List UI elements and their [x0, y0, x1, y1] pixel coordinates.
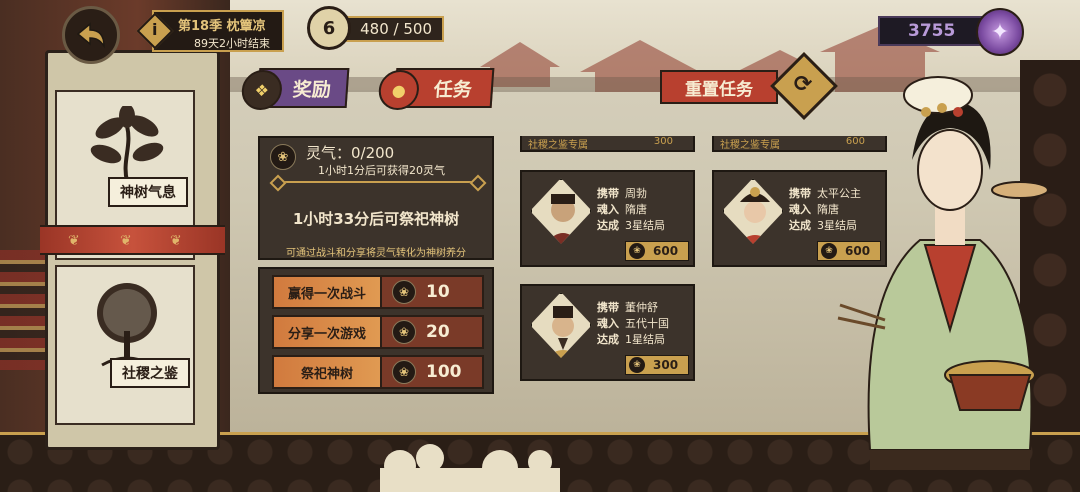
task-field-label: 携带 [789, 187, 811, 200]
task-field-label: 达成 [789, 219, 811, 232]
aura-gain-info: 1小时1分后可获得20灵气 [318, 164, 445, 177]
task-reward-value: 600 [653, 244, 679, 258]
currency-amount: 3755 [878, 16, 990, 46]
aura-icon: ❀ [392, 280, 416, 304]
task-reward-value: 300 [653, 358, 679, 372]
stamina-level: 6 [322, 17, 336, 39]
partial-card-text: 社稷之鉴专属 [720, 140, 780, 151]
season-info[interactable]: i 第18季 枕簟凉 89天2小时结束 [136, 10, 284, 52]
aura-count: 灵气：0/200 [306, 144, 395, 162]
tab-reward[interactable]: ❖ 奖励 [240, 68, 350, 110]
task-field-label: 达成 [597, 333, 619, 346]
aura-icon: ❀ [629, 357, 645, 373]
reset-label: 重置任务 [685, 79, 753, 100]
back-button[interactable] [62, 6, 120, 64]
season-title: 第18季 枕簟凉 [178, 19, 266, 34]
task-icon: ● [377, 70, 421, 110]
tab-label: 奖励 [292, 78, 332, 101]
reset-tasks-button[interactable]: 重置任务 [660, 70, 778, 104]
sidebar-item-label: 社稷之鉴 [110, 358, 190, 388]
source-value: 100 [426, 362, 462, 382]
task-field-label: 携带 [597, 187, 619, 200]
task-goal: 3星结局 [625, 219, 665, 232]
source-label: 分享一次游戏 [274, 317, 382, 347]
task-carry: 周勃 [625, 187, 647, 200]
character-illustration [837, 76, 1049, 450]
aura-panel: ❀ 灵气：0/200 1小时1分后可获得20灵气 1小时33分后可祭祀神树 可通… [258, 136, 494, 260]
season-remaining: 89天2小时结束 [194, 37, 270, 50]
sidebar-item-label: 神树气息 [108, 177, 188, 207]
dragon-coin-icon[interactable]: ✦ [976, 8, 1024, 56]
sacrifice-timer: 1小时33分后可祭祀神树 [292, 210, 460, 228]
task-carry: 董仲舒 [625, 301, 658, 314]
task-info: 携带 周勃 魂入 隋唐 达成 3星结局 [597, 186, 665, 234]
source-row-sacrifice[interactable]: 祭祀神树 ❀ 100 [272, 355, 484, 389]
task-field-label: 魂入 [597, 203, 619, 216]
stamina-value: 480 / 500 [336, 16, 444, 42]
task-field-label: 达成 [597, 219, 619, 232]
decorative-cloud-silhouettes [380, 444, 560, 492]
task-soul: 隋唐 [625, 203, 647, 216]
source-label: 祭祀神树 [274, 357, 382, 387]
task-info: 携带 董仲舒 魂入 五代十国 达成 1星结局 [597, 300, 669, 348]
source-label: 赢得一次战斗 [274, 277, 382, 307]
source-row-share[interactable]: 分享一次游戏 ❀ 20 [272, 315, 484, 349]
aura-tip: 可通过战斗和分享将灵气转化为神树养分 [286, 248, 466, 259]
task-goal: 1星结局 [625, 333, 665, 346]
hero-portrait [530, 292, 592, 358]
leaf-branch-icon [90, 106, 164, 182]
tab-task[interactable]: ● 任务 [377, 68, 495, 110]
aura-icon: ❀ [392, 360, 416, 384]
aura-icon: ❀ [392, 320, 416, 344]
task-field-label: 携带 [597, 301, 619, 314]
stamina-icon: 6 [307, 6, 351, 50]
hero-portrait [722, 178, 784, 244]
leaf-ornament-icon: ❦ [120, 233, 132, 249]
info-glyph: i [152, 20, 158, 39]
partial-card-value: 300 [653, 136, 673, 147]
task-reward: ❀ 600 [625, 241, 689, 261]
divider [278, 181, 478, 183]
aura-sources-panel: 赢得一次战斗 ❀ 10 分享一次游戏 ❀ 20 祭祀神树 ❀ 100 [258, 267, 494, 394]
task-field-label: 魂入 [597, 317, 619, 330]
decorative-sash: ❦ ❦ ❦ [40, 225, 225, 255]
partial-card-text: 社稷之鉴专属 [528, 140, 588, 151]
task-card[interactable]: 携带 周勃 魂入 隋唐 达成 3星结局 ❀ 600 [520, 170, 695, 267]
gift-icon: ❖ [240, 70, 284, 110]
task-reward: ❀ 300 [625, 355, 689, 375]
aura-icon: ❀ [629, 243, 645, 259]
leaf-ornament-icon: ❦ [170, 233, 182, 249]
back-arrow-icon [76, 22, 105, 49]
aura-icon: ❀ [270, 144, 296, 170]
source-row-battle[interactable]: 赢得一次战斗 ❀ 10 [272, 275, 484, 309]
hero-portrait [530, 178, 592, 244]
source-value: 20 [426, 322, 450, 342]
task-soul: 五代十国 [625, 317, 669, 330]
task-card-partial: 社稷之鉴专属 300 [520, 136, 695, 152]
task-field-label: 魂入 [789, 203, 811, 216]
tab-label: 任务 [433, 78, 473, 101]
leaf-ornament-icon: ❦ [68, 233, 80, 249]
sidebar-item-state-mirror[interactable] [55, 265, 195, 425]
task-card[interactable]: 携带 董仲舒 魂入 五代十国 达成 1星结局 ❀ 300 [520, 284, 695, 381]
source-value: 10 [426, 282, 450, 302]
